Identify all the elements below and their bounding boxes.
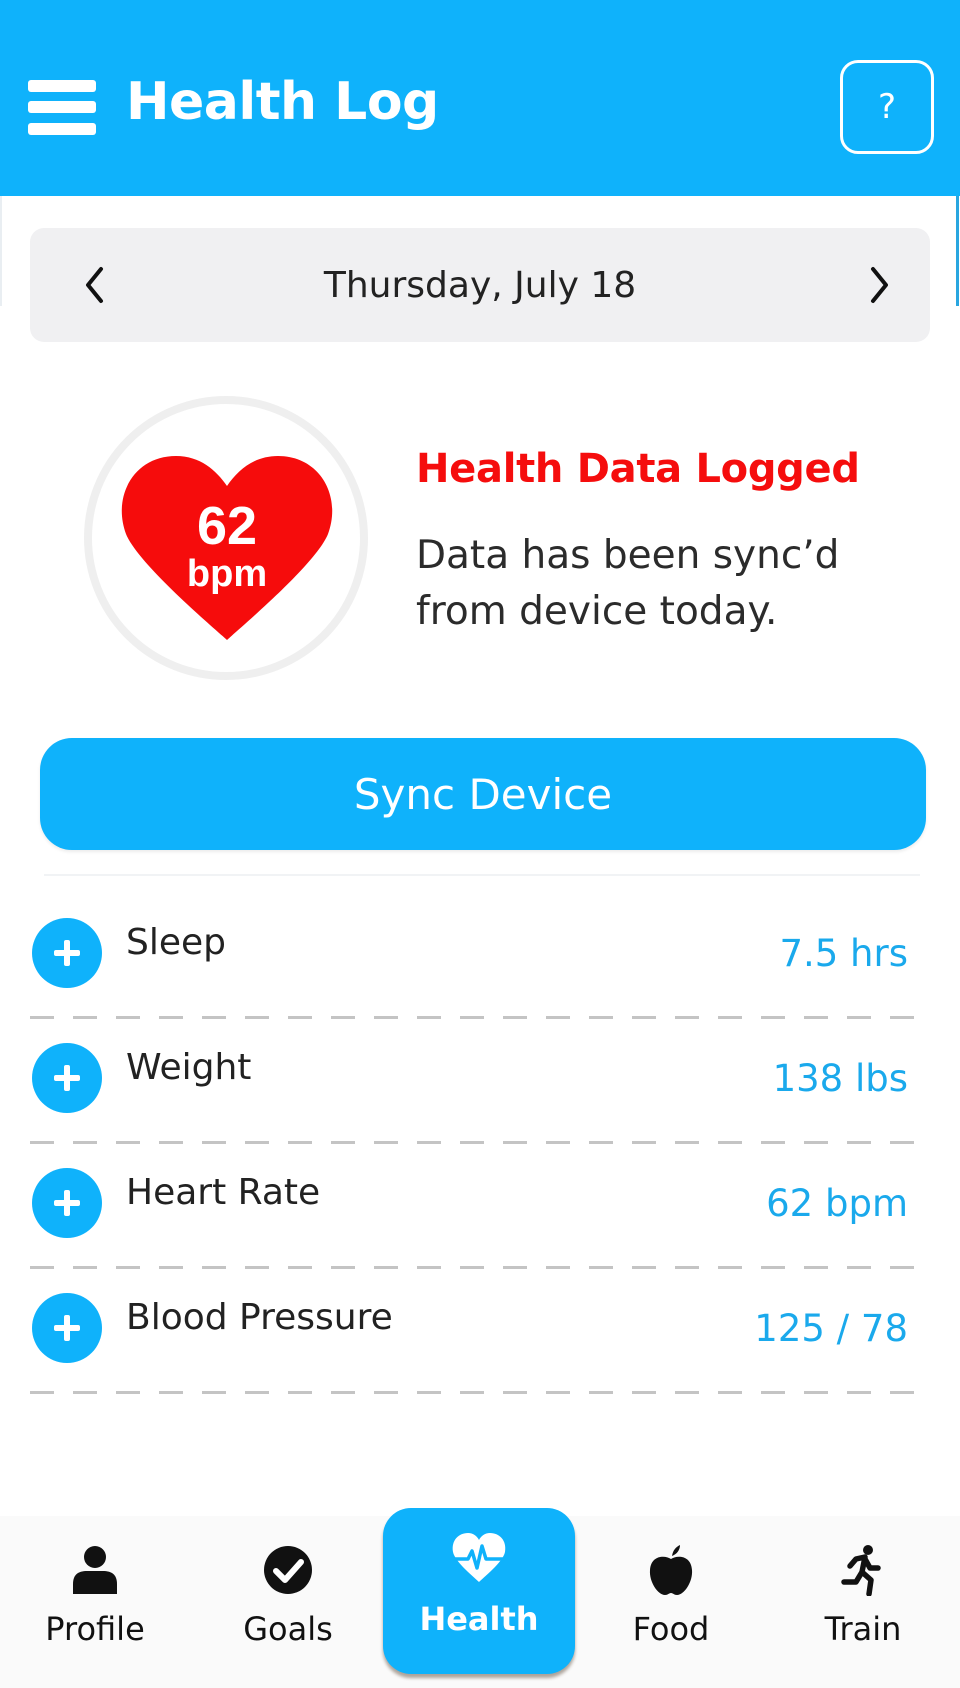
help-button[interactable]: ?	[840, 60, 934, 154]
dashed-divider	[30, 1266, 926, 1269]
metric-row-sleep: Sleep 7.5 hrs	[30, 918, 926, 1042]
nav-label: Profile	[45, 1610, 145, 1648]
person-icon	[73, 1546, 117, 1594]
nav-profile[interactable]: Profile	[20, 1538, 170, 1658]
dashed-divider	[30, 1016, 926, 1019]
dashed-divider	[30, 1141, 926, 1144]
chevron-right-icon	[871, 267, 888, 303]
current-date: Thursday, July 18	[323, 264, 637, 306]
nav-train[interactable]: Train	[788, 1538, 938, 1658]
metric-value[interactable]: 138 lbs	[773, 1057, 908, 1100]
metric-row-heart-rate: Heart Rate 62 bpm	[30, 1168, 926, 1292]
metric-row-weight: Weight 138 lbs	[30, 1043, 926, 1167]
hamburger-menu-icon	[28, 80, 96, 92]
apple-icon	[649, 1545, 693, 1595]
nav-health[interactable]: Health	[383, 1508, 575, 1674]
heart-rate-value: 62	[196, 496, 258, 556]
status-title: Health Data Logged	[416, 446, 860, 492]
status-description: Data has been sync’d from device today.	[416, 533, 840, 634]
menu-button[interactable]	[28, 78, 96, 136]
nav-label: Goals	[243, 1610, 333, 1648]
heart-pulse-icon	[452, 1533, 506, 1582]
nav-label: Train	[824, 1610, 902, 1648]
metric-label: Heart Rate	[126, 1172, 321, 1213]
nav-label: Food	[632, 1610, 710, 1648]
add-sleep-button[interactable]	[32, 918, 102, 988]
date-navigator: Thursday, July 18	[30, 228, 930, 342]
nav-goals[interactable]: Goals	[213, 1538, 363, 1658]
check-circle-icon	[264, 1546, 312, 1594]
edge-divider	[0, 196, 2, 306]
nav-food[interactable]: Food	[596, 1538, 746, 1658]
add-weight-button[interactable]	[32, 1043, 102, 1113]
metric-value[interactable]: 125 / 78	[754, 1307, 908, 1350]
chevron-left-icon	[86, 267, 103, 303]
app-header: Health Log ?	[0, 0, 960, 196]
metric-label: Sleep	[126, 922, 227, 963]
heart-rate-unit: bpm	[186, 553, 268, 595]
metric-label: Blood Pressure	[126, 1297, 393, 1338]
section-divider	[44, 874, 920, 876]
add-heart-rate-button[interactable]	[32, 1168, 102, 1238]
app-title: Health Log	[126, 72, 439, 132]
edge-divider	[956, 196, 959, 306]
metric-label: Weight	[126, 1047, 252, 1088]
next-day-button[interactable]	[854, 258, 904, 312]
metric-row-blood-pressure: Blood Pressure 125 / 78	[30, 1293, 926, 1417]
sync-device-button[interactable]: Sync Device	[40, 738, 926, 850]
add-blood-pressure-button[interactable]	[32, 1293, 102, 1363]
running-person-icon	[841, 1545, 881, 1596]
dashed-divider	[30, 1391, 926, 1394]
metric-value[interactable]: 7.5 hrs	[779, 932, 908, 975]
metric-value[interactable]: 62 bpm	[766, 1182, 908, 1225]
nav-label: Health	[419, 1600, 539, 1638]
previous-day-button[interactable]	[70, 258, 120, 312]
